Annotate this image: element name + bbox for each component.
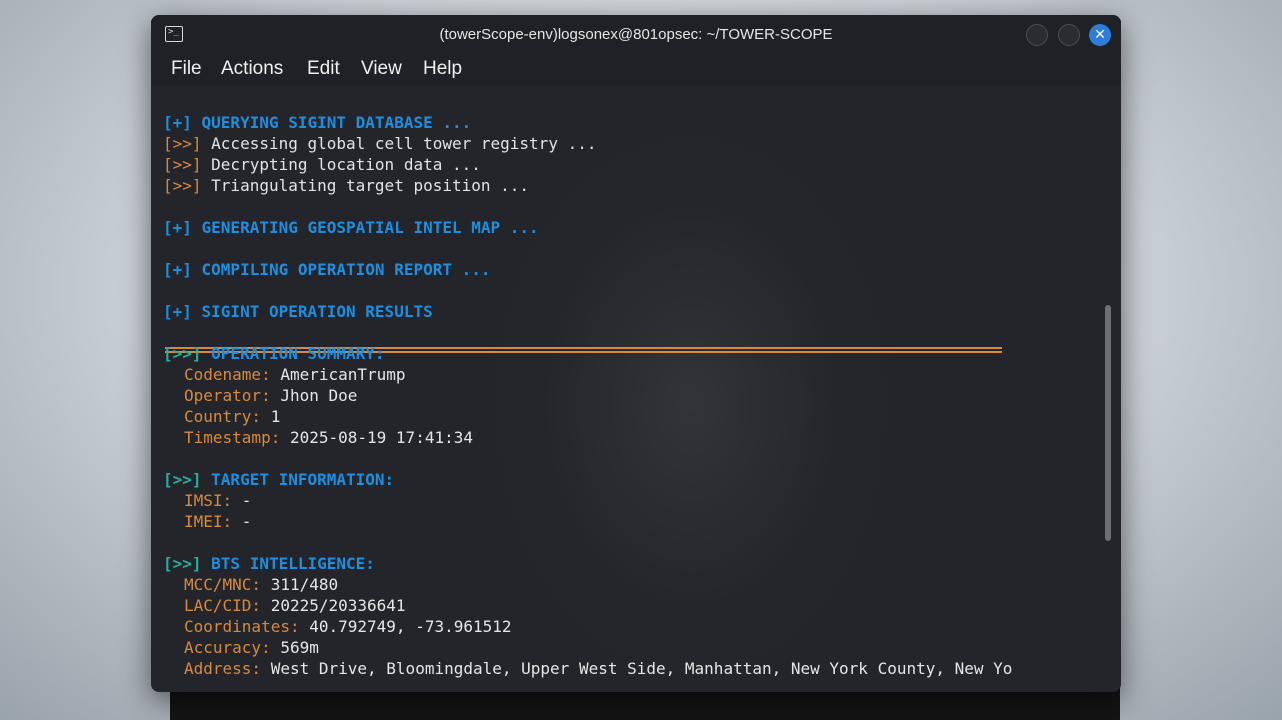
- bts-field: LAC/CID: 20225/20336641: [184, 596, 406, 615]
- summary-field: Operator: Jhon Doe: [184, 386, 358, 405]
- close-button[interactable]: ✕: [1089, 24, 1111, 46]
- bts-field: Accuracy: 569m: [184, 638, 319, 657]
- target-field: IMEI: -: [184, 512, 252, 531]
- menu-file[interactable]: File: [171, 58, 202, 80]
- results-header: [+] SIGINT OPERATION RESULTS: [163, 302, 433, 321]
- summary-field: Codename: AmericanTrump: [184, 365, 406, 384]
- query-step: [>>] Decrypting location data ...: [163, 155, 481, 174]
- window-title: (towerScope-env)logsonex@801opsec: ~/TOW…: [439, 26, 833, 43]
- summary-heading: [>>] OPERATION SUMMARY:: [163, 344, 385, 363]
- terminal-output[interactable]: [+] QUERYING SIGINT DATABASE ... [>>] Ac…: [163, 109, 1103, 689]
- scrollbar[interactable]: [1105, 305, 1111, 541]
- report-header: [+] COMPILING OPERATION REPORT ...: [163, 260, 491, 279]
- maximize-button[interactable]: [1058, 24, 1080, 46]
- title-bar[interactable]: >_ (towerScope-env)logsonex@801opsec: ~/…: [151, 15, 1121, 55]
- bts-field: Address: West Drive, Bloomingdale, Upper…: [184, 659, 1013, 678]
- target-field: IMSI: -: [184, 491, 252, 510]
- terminal-window: >_ (towerScope-env)logsonex@801opsec: ~/…: [151, 15, 1121, 692]
- menu-view[interactable]: View: [361, 58, 402, 80]
- summary-field: Country: 1: [184, 407, 281, 426]
- bts-heading: [>>] BTS INTELLIGENCE:: [163, 554, 375, 573]
- menu-edit[interactable]: Edit: [307, 58, 340, 80]
- menu-bar: File Actions Edit View Help: [151, 55, 1121, 85]
- target-heading: [>>] TARGET INFORMATION:: [163, 470, 395, 489]
- query-step: [>>] Triangulating target position ...: [163, 176, 530, 195]
- bts-field: MCC/MNC: 311/480: [184, 575, 339, 594]
- query-header: [+] QUERYING SIGINT DATABASE ...: [163, 113, 472, 132]
- minimize-button[interactable]: [1026, 24, 1048, 46]
- close-icon: ✕: [1094, 27, 1106, 43]
- menu-actions[interactable]: Actions: [221, 58, 283, 80]
- menu-help[interactable]: Help: [423, 58, 462, 80]
- summary-field: Timestamp: 2025-08-19 17:41:34: [184, 428, 473, 447]
- geo-header: [+] GENERATING GEOSPATIAL INTEL MAP ...: [163, 218, 539, 237]
- bts-field: Coordinates: 40.792749, -73.961512: [184, 617, 512, 636]
- query-step: [>>] Accessing global cell tower registr…: [163, 134, 597, 153]
